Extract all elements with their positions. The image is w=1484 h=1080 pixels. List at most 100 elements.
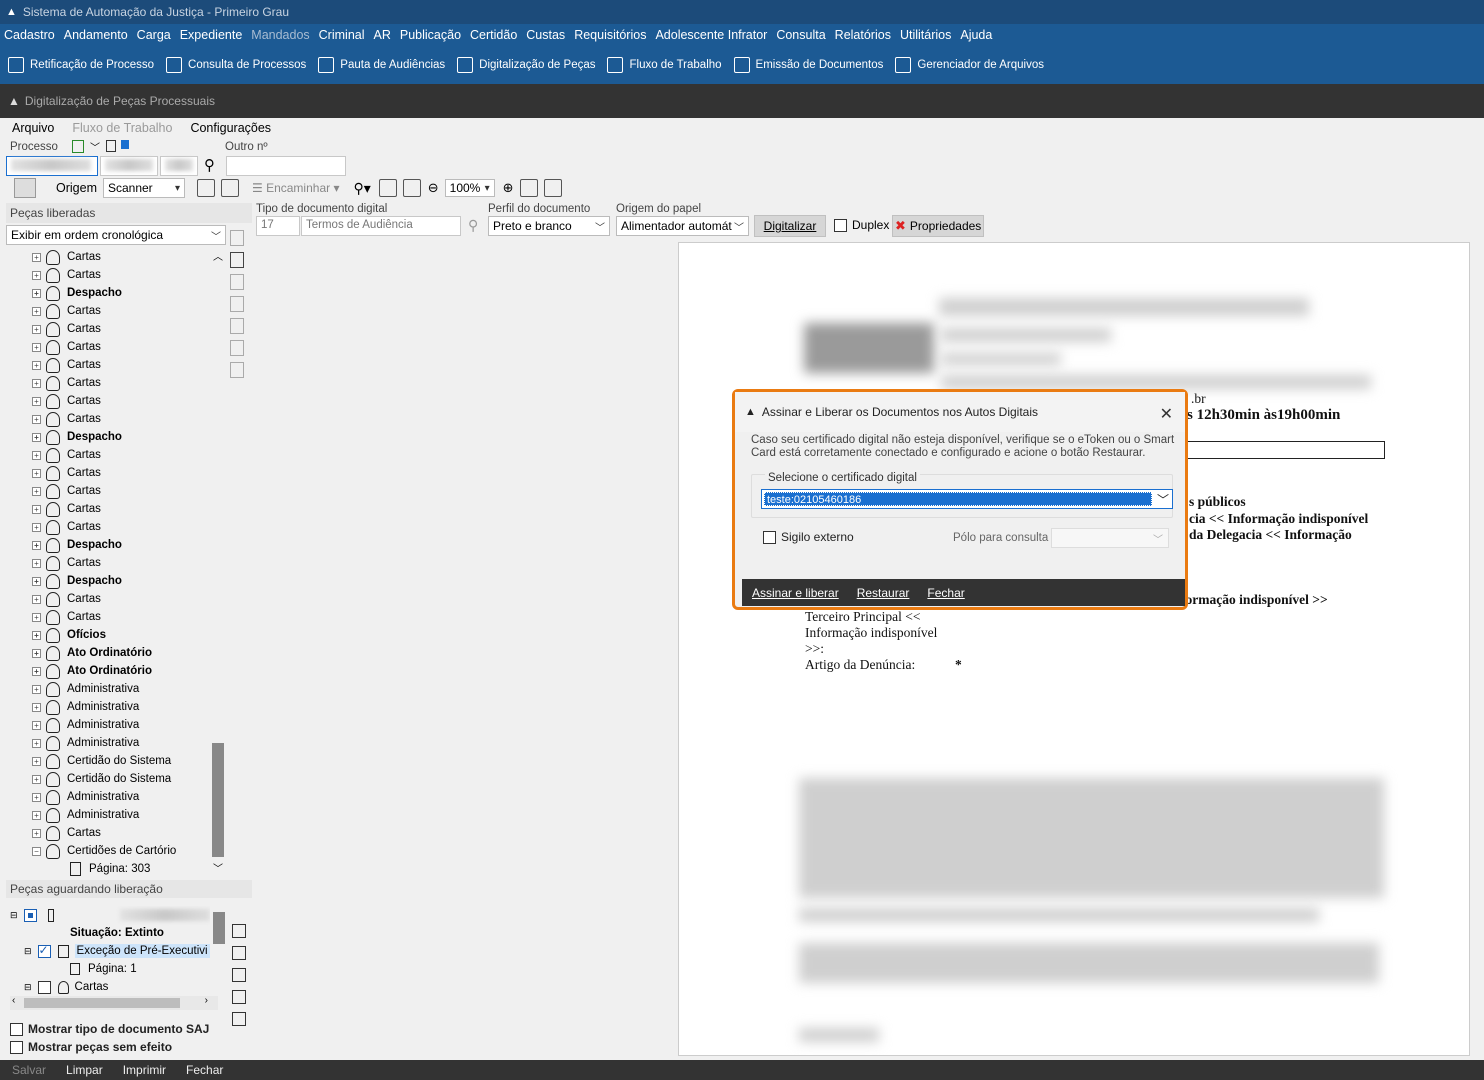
tipo-doc-input[interactable]: Termos de Audiência	[301, 216, 461, 236]
tree-item-page[interactable]: Página: 303	[6, 860, 210, 876]
scroll-up-icon[interactable]: ︿	[213, 248, 223, 263]
toolbar-scanner-button[interactable]: Digitalização de Peças	[457, 57, 595, 73]
copy-doc-icon[interactable]	[230, 296, 244, 312]
expand-icon[interactable]: +	[32, 378, 41, 388]
expand-icon[interactable]: +	[32, 612, 41, 622]
tree-item[interactable]: + Certidão do Sistema	[6, 752, 210, 770]
tree-item-process[interactable]: ⊟	[10, 906, 210, 924]
expand-icon[interactable]: +	[32, 756, 41, 766]
tree-item[interactable]: + Despacho	[6, 536, 210, 554]
tree-scrollbar[interactable]: ︿ ﹀	[210, 248, 226, 876]
close-icon[interactable]: ✕	[1160, 404, 1173, 424]
toolbar-file-manager-button[interactable]: Gerenciador de Arquivos	[895, 57, 1044, 73]
search-icon[interactable]: ⚲	[204, 156, 215, 174]
expand-icon[interactable]: +	[32, 414, 41, 424]
expand-icon[interactable]: +	[32, 558, 41, 568]
tree-item[interactable]: + Cartas	[6, 356, 210, 374]
mostrar-pecas-checkbox[interactable]	[10, 1040, 23, 1054]
tree-item[interactable]: + Cartas	[6, 374, 210, 392]
search-icon[interactable]: ⚲	[468, 217, 478, 234]
process-number-input[interactable]	[6, 156, 98, 176]
tree-item[interactable]: + Administrativa	[6, 680, 210, 698]
menu-configuracoes[interactable]: Configurações	[190, 121, 271, 135]
expand-icon[interactable]: −	[32, 846, 41, 856]
expand-icon[interactable]: +	[32, 666, 41, 676]
tree-item[interactable]: + Despacho	[6, 572, 210, 590]
menu-item-ajuda[interactable]: Ajuda	[956, 28, 997, 42]
menu-item-carga[interactable]: Carga	[133, 28, 176, 42]
tree-item[interactable]: + Cartas	[6, 824, 210, 842]
tree-item[interactable]: + Cartas	[6, 302, 210, 320]
expand-icon[interactable]: +	[32, 702, 41, 712]
zoom-out-icon[interactable]: ⊖	[428, 180, 439, 196]
collapse-icon[interactable]: ⊟	[24, 982, 32, 993]
sigilo-checkbox[interactable]	[763, 530, 776, 544]
tree-item[interactable]: + Cartas	[6, 482, 210, 500]
scrollbar-thumb[interactable]	[24, 998, 180, 1008]
menu-arquivo[interactable]: Arquivo	[12, 121, 54, 135]
tree-item[interactable]: + Despacho	[6, 284, 210, 302]
expand-icon[interactable]: +	[32, 630, 41, 640]
expand-icon[interactable]: +	[32, 522, 41, 532]
imprimir-button[interactable]: Imprimir	[123, 1063, 166, 1077]
expand-icon[interactable]: +	[32, 540, 41, 550]
toolbar-search-button[interactable]: Consulta de Processos	[166, 57, 306, 73]
collapse-icon[interactable]: ⊟	[10, 910, 18, 921]
polo-select[interactable]: ﹀	[1051, 528, 1169, 548]
scroll-down-icon[interactable]: ﹀	[213, 860, 223, 875]
expand-icon[interactable]: +	[32, 810, 41, 820]
tree-item[interactable]: + Cartas	[6, 518, 210, 536]
toolbar-edit-button[interactable]: Retificação de Processo	[8, 57, 154, 73]
fit-width-icon[interactable]	[378, 179, 397, 197]
menu-item-mandados[interactable]: Mandados	[247, 28, 314, 42]
perfil-select[interactable]: Preto e branco ﹀	[488, 216, 610, 236]
sigilo-option[interactable]: Sigilo externo	[763, 530, 854, 544]
search-doc-icon[interactable]	[230, 230, 244, 246]
remove-doc-icon[interactable]	[232, 990, 246, 1004]
zoom-in-icon[interactable]: ⊕	[503, 180, 514, 196]
expand-icon[interactable]: +	[32, 792, 41, 802]
expand-icon[interactable]: +	[32, 774, 41, 784]
restaurar-button[interactable]: Restaurar	[857, 586, 910, 600]
expand-icon[interactable]: +	[32, 504, 41, 514]
rotate-left-icon[interactable]	[519, 179, 538, 197]
tree-item[interactable]: + Administrativa	[6, 716, 210, 734]
tree-item[interactable]: + Despacho	[6, 428, 210, 446]
expand-icon[interactable]: +	[32, 306, 41, 316]
cert-select[interactable]: teste:02105460186 ﹀	[761, 489, 1173, 509]
chevron-down-icon[interactable]: ﹀	[90, 139, 100, 154]
menu-item-relat-rios[interactable]: Relatórios	[831, 28, 896, 42]
process-year-input[interactable]	[100, 156, 158, 176]
expand-icon[interactable]: +	[32, 360, 41, 370]
menu-item-consulta[interactable]: Consulta	[772, 28, 830, 42]
scroll-left-icon[interactable]: ‹	[12, 995, 15, 1006]
tree-item[interactable]: + Administrativa	[6, 806, 210, 824]
digitalizar-button[interactable]: Digitalizar	[754, 215, 826, 237]
tree-item[interactable]: + Cartas	[6, 554, 210, 572]
encaminhar-button[interactable]: ☰ Encaminhar ▾	[252, 181, 339, 195]
origem-papel-select[interactable]: Alimentador automát ﹀	[616, 216, 749, 236]
scrollbar-thumb[interactable]	[213, 912, 225, 944]
menu-item-utilit-rios[interactable]: Utilitários	[896, 28, 956, 42]
menu-item-andamento[interactable]: Andamento	[60, 28, 133, 42]
download-icon[interactable]	[230, 362, 244, 378]
expand-icon[interactable]: +	[32, 432, 41, 442]
mostrar-tipo-checkbox[interactable]	[10, 1022, 23, 1036]
note-icon[interactable]	[106, 140, 116, 152]
remove-doc-icon[interactable]	[230, 252, 244, 268]
tree-item[interactable]: + Cartas	[6, 590, 210, 608]
expand-icon[interactable]: +	[32, 828, 41, 838]
menu-item-publica-o[interactable]: Publicação	[396, 28, 466, 42]
propriedades-button[interactable]: ✖ Propriedades	[892, 215, 984, 237]
tree-item-cartas[interactable]: ⊟ Cartas	[10, 978, 210, 996]
menu-item-ar[interactable]: AR	[370, 28, 396, 42]
scrollbar-thumb[interactable]	[212, 743, 224, 857]
tipo-doc-code-input[interactable]: 17	[256, 216, 300, 236]
tree-item[interactable]: + Cartas	[6, 338, 210, 356]
tree-item[interactable]: + Administrativa	[6, 734, 210, 752]
assinar-button[interactable]: Assinar e liberar	[752, 586, 839, 600]
tree-item[interactable]: + Cartas	[6, 464, 210, 482]
expand-icon[interactable]: +	[32, 648, 41, 658]
tree-item[interactable]: + Ato Ordinatório	[6, 662, 210, 680]
page-icon[interactable]	[220, 179, 239, 197]
